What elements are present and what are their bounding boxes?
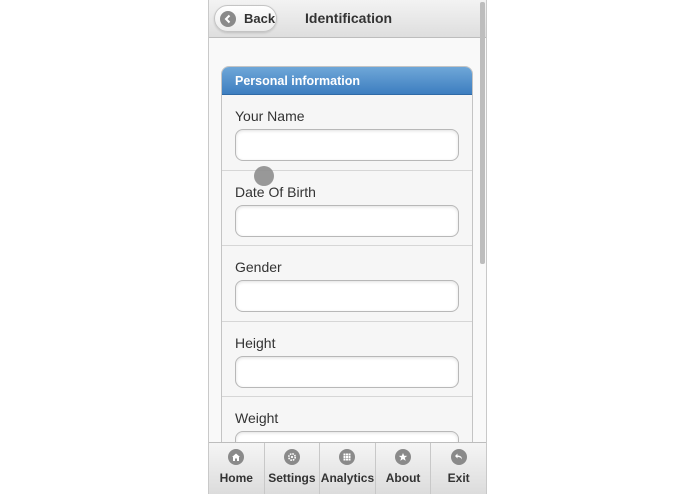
field-gender: Gender: [222, 246, 472, 322]
phone-screen: Back Identification Personal information…: [208, 0, 487, 494]
your-name-input[interactable]: [235, 129, 459, 161]
nav-analytics-label: Analytics: [320, 471, 375, 485]
nav-home-label: Home: [219, 471, 253, 485]
gender-input[interactable]: [235, 280, 459, 312]
touch-indicator: [254, 166, 274, 186]
nav-about[interactable]: About: [376, 443, 432, 494]
your-name-label: Your Name: [235, 108, 305, 124]
date-of-birth-label: Date Of Birth: [235, 183, 316, 200]
bottom-navbar: Home Settings Analytics About Exit: [209, 442, 486, 494]
back-arrow-icon: [450, 449, 467, 465]
gender-label: Gender: [235, 259, 282, 275]
field-height: Height: [222, 322, 472, 397]
home-icon: [228, 449, 245, 465]
weight-label: Weight: [235, 410, 279, 426]
nav-settings[interactable]: Settings: [265, 443, 321, 494]
header-bar: Back Identification: [209, 0, 486, 38]
back-button-label: Back: [244, 11, 276, 26]
nav-settings-label: Settings: [268, 471, 316, 485]
nav-exit[interactable]: Exit: [431, 443, 486, 494]
section-header: Personal information: [222, 67, 472, 95]
personal-info-card: Personal information Your Name Date Of B…: [221, 66, 473, 466]
height-input[interactable]: [235, 355, 459, 388]
scrollbar[interactable]: [480, 2, 485, 264]
field-your-name: Your Name: [222, 95, 472, 171]
nav-about-label: About: [385, 471, 421, 485]
nav-exit-label: Exit: [447, 471, 470, 485]
height-label: Height: [235, 334, 276, 351]
star-icon: [395, 449, 412, 465]
page-title: Identification: [305, 10, 393, 26]
back-button[interactable]: Back: [214, 5, 277, 32]
gear-icon: [283, 449, 300, 465]
date-of-birth-input[interactable]: [235, 204, 459, 237]
nav-analytics[interactable]: Analytics: [320, 443, 376, 494]
nav-home[interactable]: Home: [209, 443, 265, 494]
arrow-left-icon: [220, 10, 236, 27]
grid-icon: [339, 449, 356, 465]
